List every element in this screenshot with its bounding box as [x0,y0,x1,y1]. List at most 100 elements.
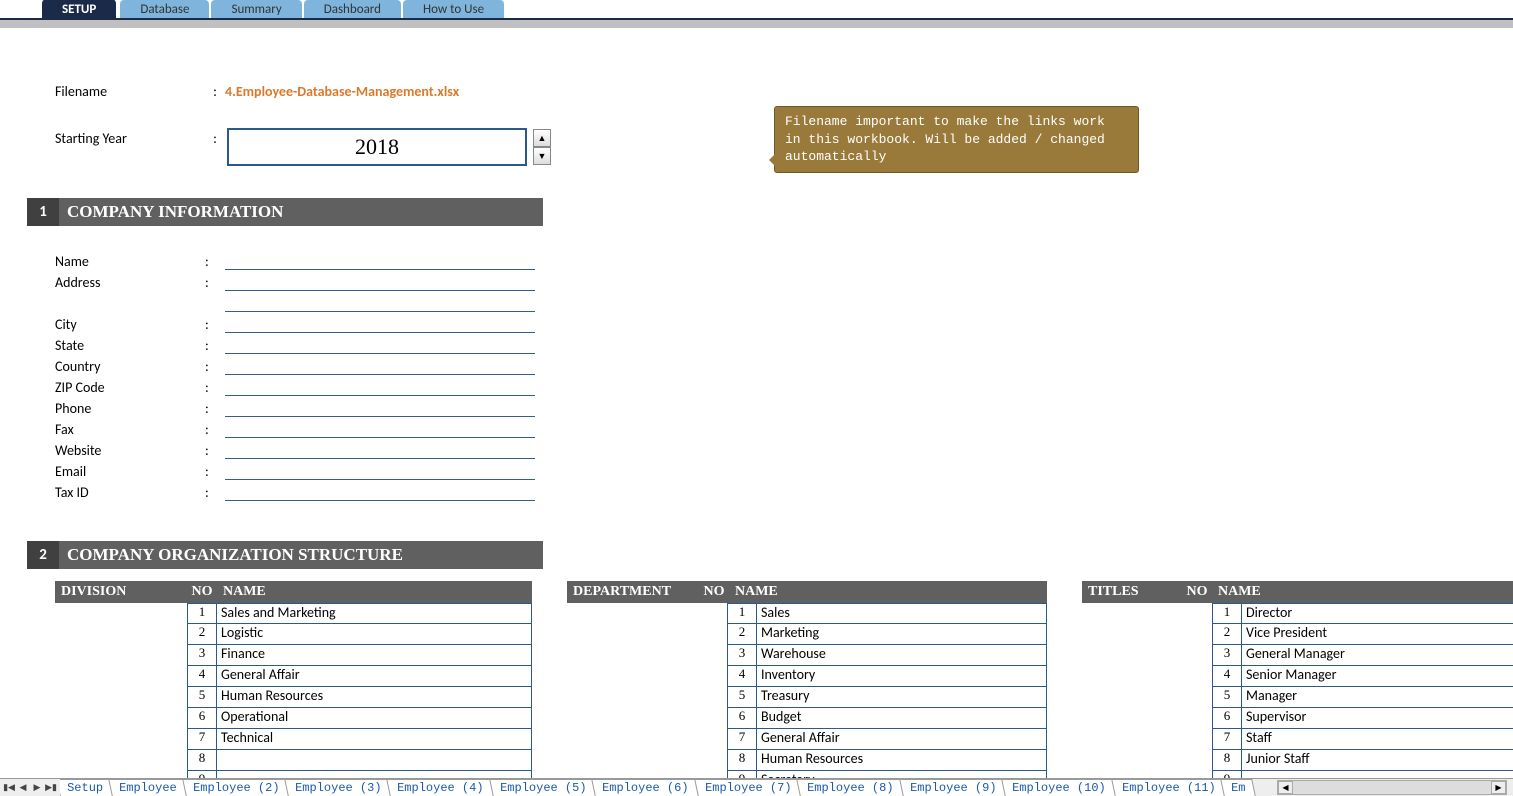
sheet-tab[interactable]: Employee (5) [489,779,597,796]
department-header: DEPARTMENT [567,584,699,600]
sheet-tab[interactable]: Employee [108,779,187,796]
sheet-nav-next-icon[interactable]: ▶ [30,781,44,795]
sheet-tab[interactable]: Employee (8) [796,779,904,796]
row-name[interactable]: Director [1242,603,1513,624]
row-name[interactable]: Treasury [757,687,1047,708]
table-row[interactable]: 8Junior Staff [1082,750,1513,771]
ci-input-city[interactable] [225,317,535,333]
section-2-number: 2 [27,541,59,569]
row-name[interactable]: Marketing [757,624,1047,645]
table-row[interactable]: 1Sales and Marketing [55,603,532,624]
row-name[interactable]: Sales [757,603,1047,624]
sheet-tab[interactable]: Setup [60,779,114,796]
table-row[interactable]: 6Operational [55,708,532,729]
row-name[interactable]: Human Resources [757,750,1047,771]
row-name[interactable]: Senior Manager [1242,666,1513,687]
table-row[interactable]: 1Director [1082,603,1513,624]
table-row[interactable]: 4General Affair [55,666,532,687]
ci-input-country[interactable] [225,359,535,375]
row-name[interactable]: Inventory [757,666,1047,687]
row-name[interactable]: Human Resources [217,687,532,708]
table-row[interactable]: 5Human Resources [55,687,532,708]
ci-input-website[interactable] [225,443,535,459]
sheet-tab[interactable]: Employee (10) [1001,779,1116,796]
ci-input-email[interactable] [225,464,535,480]
row-name[interactable]: Junior Staff [1242,750,1513,771]
sheet-tab[interactable]: Employee (11) [1111,779,1226,796]
ci-input-fax[interactable] [225,422,535,438]
row-name[interactable]: Warehouse [757,645,1047,666]
sheet-tab[interactable]: Employee (4) [387,779,495,796]
row-name[interactable]: Manager [1242,687,1513,708]
table-row[interactable]: 7Technical [55,729,532,750]
table-row[interactable]: 4Inventory [567,666,1047,687]
starting-year-input[interactable]: 2018 [227,128,527,166]
table-row[interactable]: 8Human Resources [567,750,1047,771]
row-name[interactable]: Staff [1242,729,1513,750]
sheet-tab[interactable]: Employee (6) [592,779,700,796]
department-name-header: NAME [729,584,1047,600]
spinner-up-icon[interactable]: ▲ [533,129,551,147]
ci-input-state[interactable] [225,338,535,354]
table-row[interactable]: 1Sales [567,603,1047,624]
sheet-nav-prev-icon[interactable]: ◀ [16,781,30,795]
table-row[interactable]: 2Marketing [567,624,1047,645]
row-number: 8 [727,750,757,771]
tab-howtouse[interactable]: How to Use [403,0,504,18]
table-row[interactable]: 6Supervisor [1082,708,1513,729]
horizontal-scrollbar[interactable]: ◀ ▶ [1277,780,1507,795]
ci-input-zip[interactable] [225,380,535,396]
row-name[interactable]: Operational [217,708,532,729]
tab-dashboard[interactable]: Dashboard [304,0,401,18]
division-no-header: NO [187,584,217,600]
sheet-tab[interactable]: Employee (3) [284,779,392,796]
row-name[interactable]: General Manager [1242,645,1513,666]
row-name[interactable]: Logistic [217,624,532,645]
scroll-left-icon[interactable]: ◀ [1278,781,1293,794]
division-name-header: NAME [217,584,532,600]
sheet-tab[interactable]: Employee (2) [182,779,290,796]
sheet-tab[interactable]: Em [1220,779,1256,796]
row-name[interactable]: General Affair [757,729,1047,750]
table-row[interactable]: 3General Manager [1082,645,1513,666]
ci-country: Country [55,358,205,375]
row-name[interactable]: Supervisor [1242,708,1513,729]
tab-summary[interactable]: Summary [211,0,301,18]
row-name[interactable]: Vice President [1242,624,1513,645]
ci-input-name[interactable] [225,254,535,270]
table-row[interactable]: 2Logistic [55,624,532,645]
sheet-nav-first-icon[interactable]: ▮◀ [2,781,16,795]
tab-setup[interactable]: SETUP [40,0,118,18]
row-number: 8 [187,750,217,771]
table-row[interactable]: 3Finance [55,645,532,666]
row-name[interactable]: Sales and Marketing [217,603,532,624]
row-name[interactable] [217,750,532,771]
table-row[interactable]: 7General Affair [567,729,1047,750]
row-name[interactable]: Finance [217,645,532,666]
table-row[interactable]: 5Manager [1082,687,1513,708]
table-row[interactable]: 3Warehouse [567,645,1047,666]
row-name[interactable]: Budget [757,708,1047,729]
scroll-right-icon[interactable]: ▶ [1491,781,1506,794]
table-row[interactable]: 5Treasury [567,687,1047,708]
table-row[interactable]: 8 [55,750,532,771]
ci-input-taxid[interactable] [225,485,535,501]
ci-input-address2[interactable] [225,296,535,312]
department-table: DEPARTMENT NO NAME 1Sales2Marketing3Ware… [567,581,1047,792]
row-number: 7 [1212,729,1242,750]
sheet-tab[interactable]: Employee (9) [899,779,1007,796]
row-name[interactable]: Technical [217,729,532,750]
table-row[interactable]: 7Staff [1082,729,1513,750]
row-name[interactable]: General Affair [217,666,532,687]
sheet-nav-last-icon[interactable]: ▶▮ [44,781,58,795]
sheet-tab[interactable]: Employee (7) [694,779,802,796]
table-row[interactable]: 4Senior Manager [1082,666,1513,687]
spinner-down-icon[interactable]: ▼ [533,147,551,165]
ci-taxid: Tax ID [55,484,205,501]
table-row[interactable]: 6Budget [567,708,1047,729]
ci-input-address[interactable] [225,275,535,291]
table-row[interactable]: 2Vice President [1082,624,1513,645]
tab-database[interactable]: Database [120,0,209,18]
ci-fax: Fax [55,421,205,438]
ci-input-phone[interactable] [225,401,535,417]
